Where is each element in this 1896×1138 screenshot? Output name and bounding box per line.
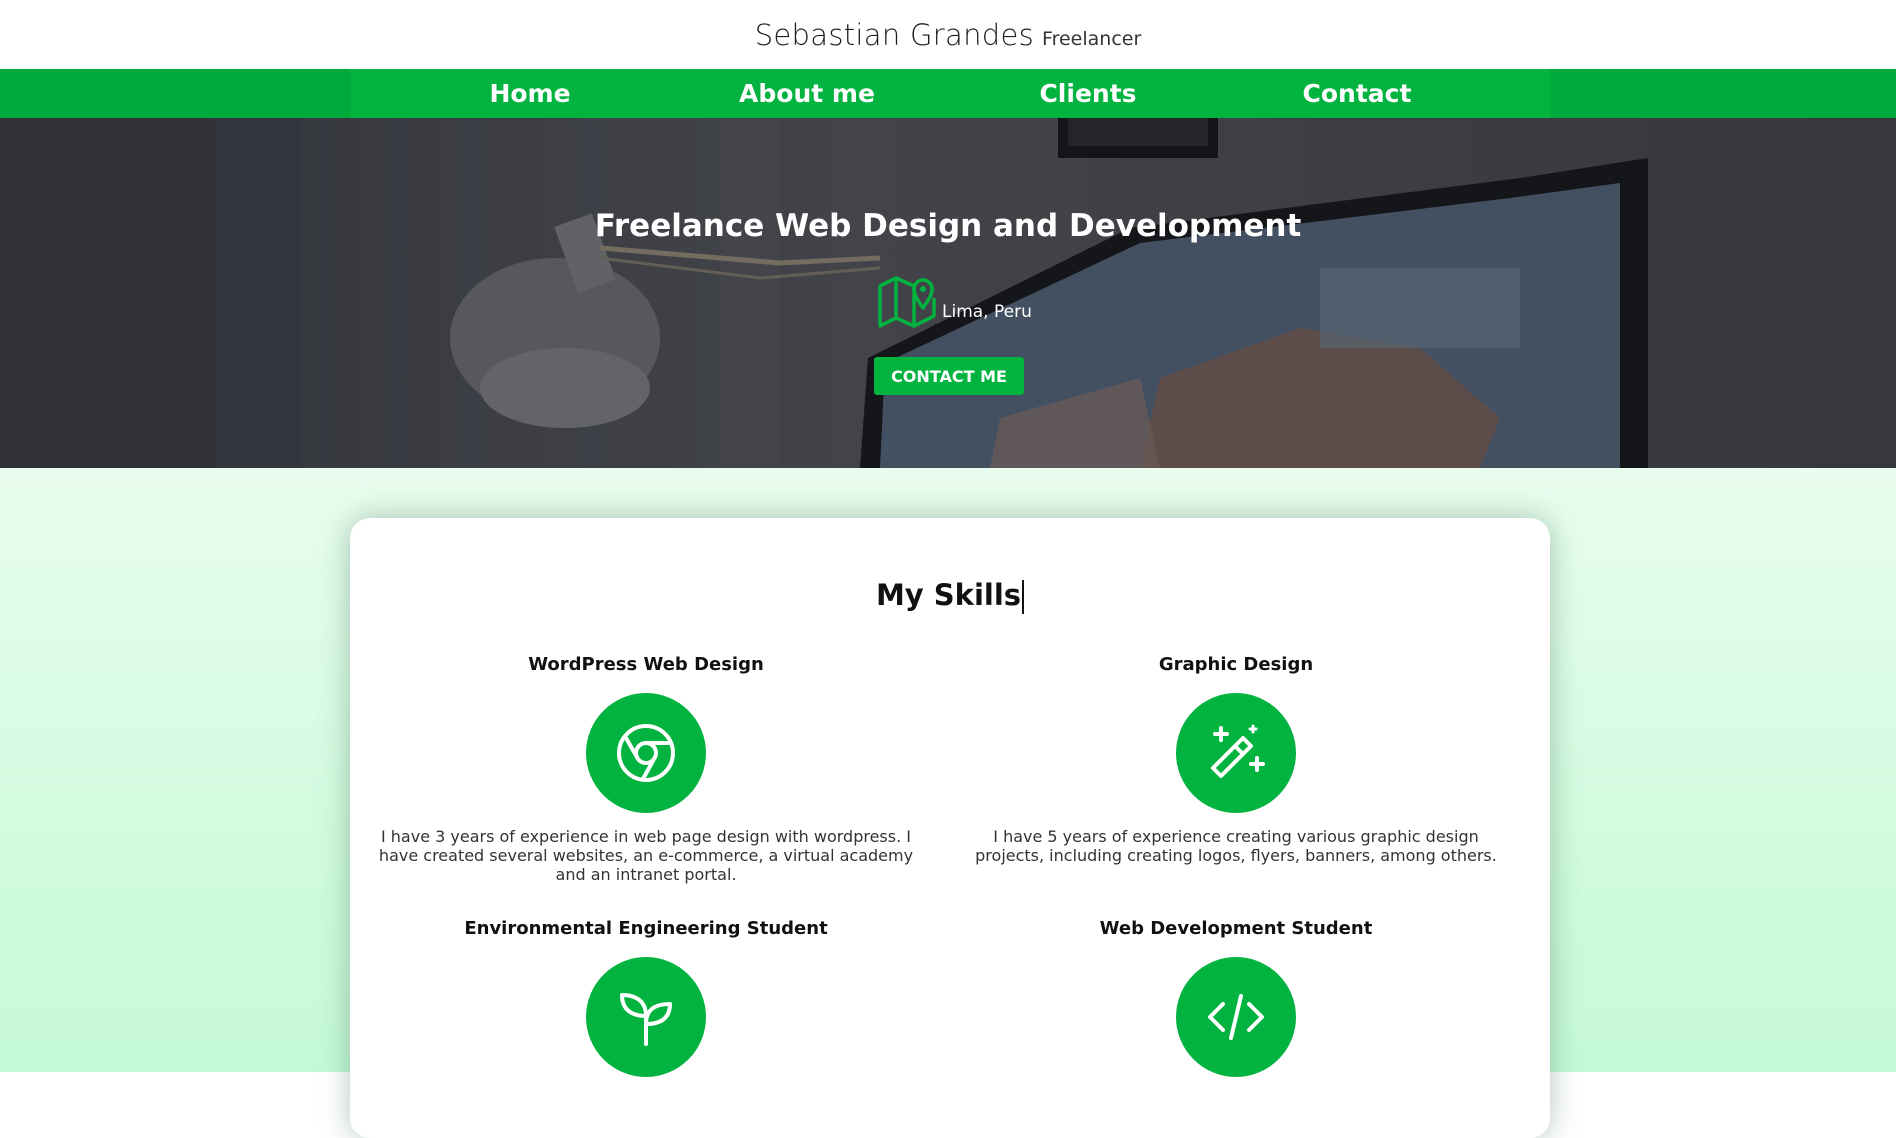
hero-location: Lima, Peru: [876, 268, 1032, 330]
skill-icon-circle: [1176, 957, 1296, 1077]
chrome-icon: [617, 724, 675, 782]
skills-section: My Skills WordPress Web Design I have 3 …: [0, 468, 1896, 1138]
nav-inner: Home About me Clients Contact: [350, 69, 1550, 118]
skills-title-text: My Skills: [875, 578, 1022, 612]
site-title[interactable]: Sebastian Grandes: [755, 18, 1034, 52]
location-text: Lima, Peru: [942, 302, 1032, 322]
main-nav: Home About me Clients Contact: [0, 69, 1896, 118]
skill-title: Graphic Design: [1158, 654, 1314, 675]
skill-icon-circle: [1176, 693, 1296, 813]
skills-card: My Skills WordPress Web Design I have 3 …: [350, 518, 1550, 1138]
skill-icon-circle: [586, 957, 706, 1077]
code-icon: [1208, 994, 1264, 1040]
nav-item-home[interactable]: Home: [489, 69, 570, 118]
skill-title: WordPress Web Design: [528, 654, 764, 675]
site-subtitle: Freelancer: [1042, 27, 1142, 50]
skill-wordpress-web-design: WordPress Web Design I have 3 years of e…: [366, 654, 926, 884]
skill-description: I have 3 years of experience in web page…: [378, 827, 914, 884]
hero-title: Freelance Web Design and Development: [594, 208, 1302, 244]
skill-description: I have 5 years of experience creating va…: [975, 827, 1497, 865]
text-cursor: [1022, 580, 1025, 614]
nav-item-clients[interactable]: Clients: [1039, 69, 1136, 118]
skill-environmental-engineering: Environmental Engineering Student: [366, 918, 926, 1091]
plant-icon: [620, 993, 672, 1046]
site-header: Sebastian Grandes Freelancer: [0, 0, 1896, 69]
skills-title: My Skills: [350, 578, 1550, 614]
skill-graphic-design: Graphic Design I have 5 years of experie…: [956, 654, 1516, 865]
skill-web-development: Web Development Student: [956, 918, 1516, 1091]
skill-icon-circle: [586, 693, 706, 813]
contact-me-button[interactable]: CONTACT ME: [874, 357, 1024, 395]
magic-wand-icon: [1211, 724, 1265, 778]
nav-item-about-me[interactable]: About me: [739, 69, 875, 118]
skill-title: Web Development Student: [1099, 918, 1373, 939]
hero-section: Freelance Web Design and Development Lim…: [0, 118, 1896, 468]
map-pin-icon: [878, 276, 936, 328]
skill-title: Environmental Engineering Student: [464, 918, 828, 939]
nav-item-contact[interactable]: Contact: [1303, 69, 1412, 118]
